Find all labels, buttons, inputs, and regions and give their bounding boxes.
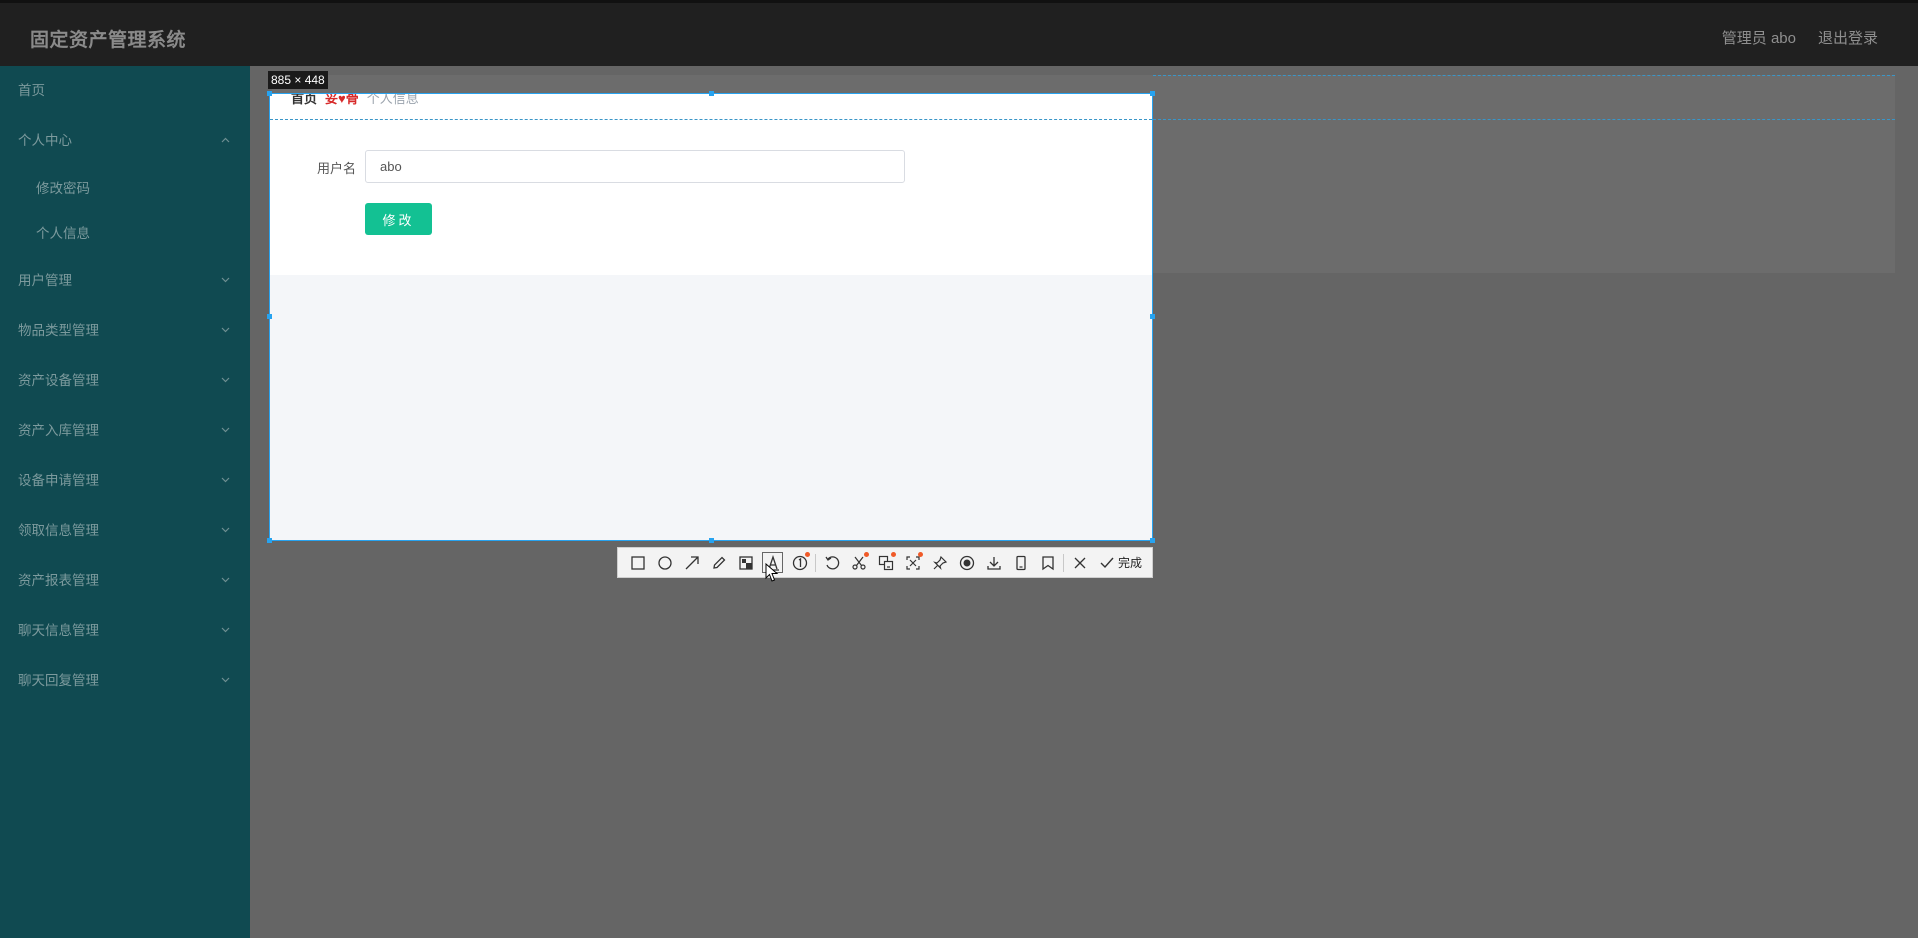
numbered-marker-icon[interactable] <box>786 549 813 576</box>
sidebar-item-label: 资产报表管理 <box>18 573 99 588</box>
sidebar-item-home[interactable]: 首页 <box>0 66 250 116</box>
sidebar-item-asset-report-management[interactable]: 资产报表管理 <box>0 556 250 606</box>
selection-size-label: 885 × 448 <box>268 71 328 89</box>
sidebar-item-label: 设备申请管理 <box>18 473 99 488</box>
selection-guide-line <box>270 119 1152 120</box>
resize-handle-bottom-middle[interactable] <box>709 538 714 543</box>
sidebar-item-label: 聊天信息管理 <box>18 623 99 638</box>
record-icon[interactable] <box>953 549 980 576</box>
sidebar-item-label: 个人中心 <box>18 133 72 148</box>
sidebar-item-change-password[interactable]: 修改密码 <box>0 166 250 211</box>
new-feature-badge <box>805 552 810 557</box>
chevron-down-icon <box>221 406 230 456</box>
resize-handle-bottom-right[interactable] <box>1150 538 1155 543</box>
chevron-down-icon <box>221 256 230 306</box>
close-icon[interactable] <box>1066 549 1093 576</box>
breadcrumb-current: 个人信息 <box>366 93 419 106</box>
sidebar-item-label: 修改密码 <box>36 181 90 196</box>
guide-line-bottom <box>1153 119 1895 120</box>
modify-button[interactable]: 修改 <box>365 203 432 235</box>
sidebar-item-collection-info-management[interactable]: 领取信息管理 <box>0 506 250 556</box>
chevron-down-icon <box>221 306 230 356</box>
translate-icon[interactable] <box>872 549 899 576</box>
screenshot-toolbar: 完成 <box>617 547 1153 578</box>
chevron-down-icon <box>221 506 230 556</box>
resize-handle-top-left[interactable] <box>267 91 272 96</box>
sidebar-item-asset-warehousing-management[interactable]: 资产入库管理 <box>0 406 250 456</box>
done-label: 完成 <box>1118 556 1143 570</box>
sidebar-item-label: 聊天回复管理 <box>18 673 99 688</box>
username-label: 用户名 <box>317 161 357 176</box>
undo-icon[interactable] <box>818 549 845 576</box>
mouse-cursor-icon <box>765 563 779 582</box>
sidebar-item-label: 物品类型管理 <box>18 323 99 338</box>
sidebar-item-asset-equipment-management[interactable]: 资产设备管理 <box>0 356 250 406</box>
resize-handle-middle-left[interactable] <box>267 314 272 319</box>
arrow-icon[interactable] <box>678 549 705 576</box>
toolbar-separator <box>1063 553 1064 572</box>
breadcrumb-separator: 妥♥骨 <box>325 93 359 106</box>
sidebar-item-label: 个人信息 <box>36 226 90 241</box>
chevron-down-icon <box>221 356 230 406</box>
breadcrumb: 首页 妥♥骨 个人信息 <box>291 93 419 107</box>
new-feature-badge <box>864 552 869 557</box>
sidebar-item-label: 资产设备管理 <box>18 373 99 388</box>
resize-handle-top-middle[interactable] <box>709 91 714 96</box>
scissors-icon[interactable] <box>845 549 872 576</box>
chevron-down-icon <box>221 456 230 506</box>
username-input[interactable] <box>365 150 905 183</box>
done-button[interactable]: 完成 <box>1093 554 1148 571</box>
resize-handle-top-right[interactable] <box>1150 91 1155 96</box>
toolbar-separator <box>815 553 816 572</box>
sidebar-item-chat-reply-management[interactable]: 聊天回复管理 <box>0 656 250 706</box>
guide-line-top <box>1153 75 1895 76</box>
pen-icon[interactable] <box>705 549 732 576</box>
mosaic-icon[interactable] <box>732 549 759 576</box>
sidebar-item-chat-info-management[interactable]: 聊天信息管理 <box>0 606 250 656</box>
breadcrumb-home[interactable]: 首页 <box>291 94 317 107</box>
sidebar-item-label: 领取信息管理 <box>18 523 99 538</box>
chevron-down-icon <box>221 556 230 606</box>
ocr-scan-icon[interactable] <box>899 549 926 576</box>
resize-handle-middle-right[interactable] <box>1150 314 1155 319</box>
sidebar-item-label: 首页 <box>18 83 45 98</box>
current-user-label: 管理员 abo <box>1721 30 1796 47</box>
download-icon[interactable] <box>980 549 1007 576</box>
mobile-icon[interactable] <box>1007 549 1034 576</box>
screenshot-selection[interactable]: 首页 妥♥骨 个人信息 用户名 修改 <box>269 93 1153 541</box>
pin-icon[interactable] <box>926 549 953 576</box>
sidebar-item-label: 资产入库管理 <box>18 423 99 438</box>
sidebar-item-item-type-management[interactable]: 物品类型管理 <box>0 306 250 356</box>
rectangle-icon[interactable] <box>624 549 651 576</box>
ellipse-icon[interactable] <box>651 549 678 576</box>
bookmark-icon[interactable] <box>1034 549 1061 576</box>
sidebar-item-personal-center[interactable]: 个人中心 <box>0 116 250 166</box>
sidebar-item-personal-info[interactable]: 个人信息 <box>0 211 250 256</box>
checkmark-icon <box>1100 557 1114 568</box>
sidebar-item-label: 用户管理 <box>18 273 72 288</box>
chevron-down-icon <box>221 656 230 706</box>
new-feature-badge <box>918 552 923 557</box>
logout-link[interactable]: 退出登录 <box>1818 27 1878 48</box>
chevron-down-icon <box>221 606 230 656</box>
app-title: 固定资产管理系统 <box>30 30 187 51</box>
header-user-area: 管理员 abo 退出登录 <box>1722 27 1878 48</box>
chevron-up-icon <box>221 116 230 166</box>
sidebar-item-equipment-application-management[interactable]: 设备申请管理 <box>0 456 250 506</box>
top-header: 固定资产管理系统 管理员 abo 退出登录 <box>0 0 1918 66</box>
new-feature-badge <box>891 552 896 557</box>
profile-form-panel <box>270 94 1152 275</box>
sidebar-item-user-management[interactable]: 用户管理 <box>0 256 250 306</box>
resize-handle-bottom-left[interactable] <box>267 538 272 543</box>
sidebar-menu: 首页个人中心修改密码个人信息用户管理物品类型管理 资产设备管理 资产入库管理 设备申请… <box>0 66 250 938</box>
